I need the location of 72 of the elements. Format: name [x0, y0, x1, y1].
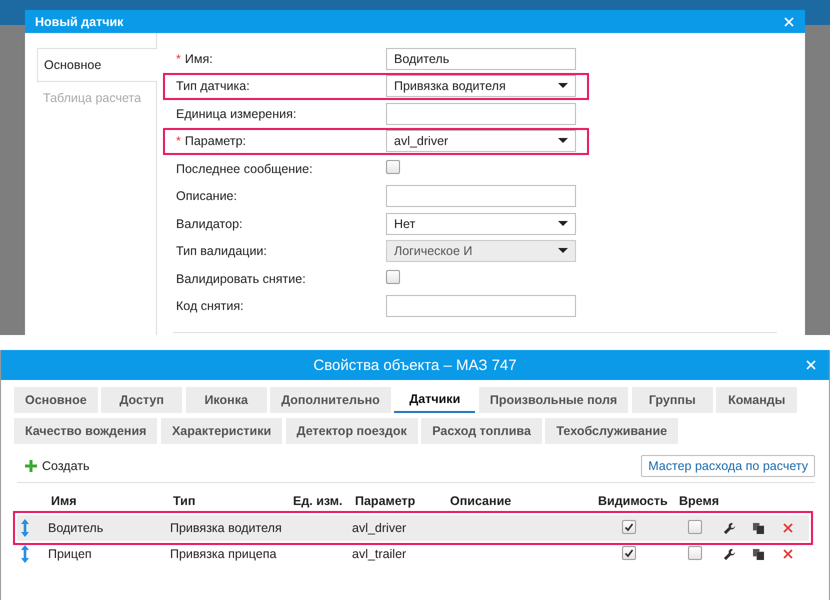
caret-icon: [558, 248, 568, 254]
tab[interactable]: Качество вождения: [14, 418, 158, 444]
dropdown[interactable]: Привязка водителя: [386, 75, 576, 98]
checkbox[interactable]: [622, 520, 636, 534]
checkbox[interactable]: [386, 270, 400, 284]
tab[interactable]: Иконка: [186, 387, 267, 413]
required-marker: *: [176, 52, 181, 66]
dialog-title: Новый датчик: [35, 14, 124, 28]
wizard-button[interactable]: Мастер расхода по расчету: [641, 455, 815, 477]
tab[interactable]: Техобслуживание: [545, 418, 678, 444]
wrench-icon[interactable]: [723, 522, 736, 534]
tab[interactable]: Дополнительно: [270, 387, 391, 413]
dropdown[interactable]: Нет: [386, 212, 576, 235]
input-field[interactable]: [386, 102, 576, 125]
field-label: Описание:: [176, 189, 237, 204]
column-header: Описание: [450, 494, 512, 508]
dialog-title: Свойства объекта – МАЗ 747: [313, 356, 517, 374]
column-header: Время: [679, 494, 720, 508]
column-header: Тип: [173, 494, 196, 508]
checkbox[interactable]: [622, 546, 636, 560]
field-label: Тип валидации:: [176, 244, 267, 258]
table-cell-text: Привязка прицепа: [170, 547, 278, 561]
wrench-icon[interactable]: [723, 548, 736, 560]
tab[interactable]: Доступ: [101, 387, 182, 413]
column-header: Имя: [51, 494, 78, 508]
caret-icon: [558, 220, 568, 227]
table-cell-text: Привязка водителя: [170, 521, 283, 535]
drag-icon[interactable]: [20, 544, 30, 564]
checkbox[interactable]: [688, 546, 702, 560]
delete-icon[interactable]: [783, 523, 793, 533]
delete-icon[interactable]: [783, 549, 793, 559]
table-cell-text: avl_driver: [352, 521, 408, 535]
tab[interactable]: Основное: [37, 48, 157, 82]
input-field[interactable]: [386, 185, 576, 208]
table-row[interactable]: Водитель Привязка водителя avl_driver: [17, 515, 809, 541]
checkbox[interactable]: [386, 160, 400, 174]
tab[interactable]: Детектор поездок: [286, 418, 418, 444]
field-label: Параметр:: [184, 134, 246, 148]
table-row[interactable]: Прицеп Привязка прицепа avl_trailer: [17, 541, 809, 567]
field-label: Валидатор:: [176, 216, 242, 231]
input-field[interactable]: [386, 295, 576, 318]
tab[interactable]: Характеристики: [160, 418, 282, 444]
caret-icon: [558, 83, 568, 90]
field-label: Единица измерения:: [176, 106, 296, 121]
field-label: Имя:: [184, 52, 213, 66]
copy-icon[interactable]: [753, 522, 764, 534]
field-label: Тип датчика:: [176, 79, 250, 94]
tab[interactable]: Произвольные поля: [478, 387, 628, 413]
checkbox[interactable]: [688, 520, 702, 534]
input-field[interactable]: Водитель: [386, 48, 576, 70]
column-header: Параметр: [355, 494, 416, 508]
tab[interactable]: Команды: [716, 387, 798, 413]
field-label: Код снятия:: [176, 299, 244, 314]
close-icon[interactable]: [784, 16, 794, 26]
plus-icon: [25, 460, 37, 472]
tab[interactable]: Основное: [14, 387, 98, 413]
tab[interactable]: Расход топлива: [421, 418, 542, 444]
tab[interactable]: Группы: [632, 387, 713, 413]
create-button[interactable]: Создать: [25, 459, 90, 473]
copy-icon[interactable]: [753, 548, 764, 560]
table-cell-text: Прицеп: [48, 547, 93, 561]
drag-icon[interactable]: [20, 518, 30, 538]
caret-icon: [558, 138, 568, 144]
table-cell-text: avl_trailer: [352, 547, 408, 561]
table-cell-text: Водитель: [48, 521, 104, 535]
required-marker: *: [176, 134, 181, 148]
field-label: Последнее сообщение:: [176, 162, 313, 176]
column-header: Видимость: [598, 494, 669, 508]
close-icon[interactable]: [806, 360, 816, 370]
column-header: Ед. изм.: [293, 494, 344, 508]
field-label: Валидировать снятие:: [176, 272, 306, 286]
dropdown[interactable]: avl_driver: [386, 130, 576, 152]
